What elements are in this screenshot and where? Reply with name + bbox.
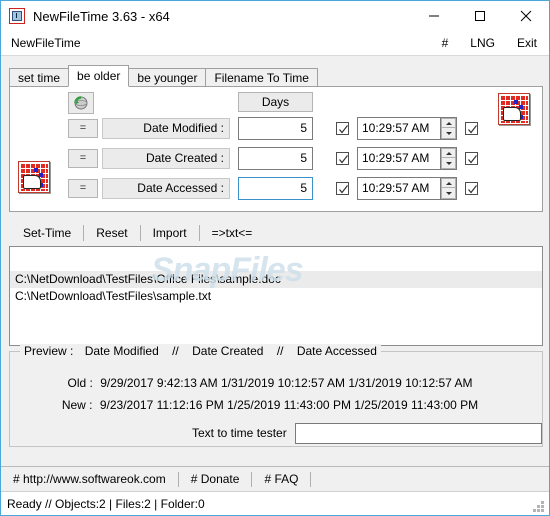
preview-old-values: 9/29/2017 9:42:13 AM 1/31/2019 10:12:57 … [100,376,473,390]
date-accessed-row: = Date Accessed : 5 10:29:57 AM [10,177,542,201]
divider [310,471,312,487]
website-link[interactable]: # http://www.softwareok.com [1,472,178,486]
date-created-label: Date Created : [102,148,230,169]
spinner-down-icon[interactable] [441,188,456,199]
date-accessed-time-input[interactable]: 10:29:57 AM [357,177,457,200]
spinner-down-icon[interactable] [441,128,456,139]
file-list[interactable]: C:\NetDownload\TestFiles\Office Files\sa… [9,246,543,346]
title-bar: NewFileTime 3.63 - x64 [1,1,549,31]
date-accessed-apply-checkbox[interactable] [465,182,478,195]
tab-set-time[interactable]: set time [9,68,70,87]
globe-refresh-icon[interactable] [68,92,94,114]
spinner-down-icon[interactable] [441,158,456,169]
newfiletime-window: NewFileTime 3.63 - x64 NewFileTime # LNG… [0,0,550,516]
menu-right-group: # LNG Exit [420,36,549,50]
equals-button-created[interactable]: = [68,149,98,168]
menu-hash[interactable]: # [442,36,449,50]
date-modified-time-spinner[interactable] [440,118,456,139]
menu-exit[interactable]: Exit [517,36,537,50]
maximize-button[interactable] [457,1,503,31]
days-column-header: Days [238,92,313,112]
date-modified-label: Date Modified : [102,118,230,139]
tab-be-older[interactable]: be older [68,65,130,87]
date-modified-days-input[interactable]: 5 [238,117,313,140]
preview-separator: // [172,344,179,358]
status-text: Ready // Objects:2 | Files:2 | Folder:0 [7,497,205,511]
date-created-apply-checkbox[interactable] [465,152,478,165]
date-modified-time-input[interactable]: 10:29:57 AM [357,117,457,140]
import-button[interactable]: Import [141,223,199,243]
date-created-days-input[interactable]: 5 [238,147,313,170]
text-to-time-tester-input[interactable] [294,422,542,444]
preview-legend: Preview : Date Modified // Date Created … [20,344,381,358]
menu-language[interactable]: LNG [470,36,495,50]
date-created-time-value: 10:29:57 AM [362,151,430,165]
links-bar: # http://www.softwareok.com # Donate # F… [1,466,549,491]
equals-button-accessed[interactable]: = [68,179,98,198]
status-bar: Ready // Objects:2 | Files:2 | Folder:0 [1,491,549,515]
date-created-time-spinner[interactable] [440,148,456,169]
date-accessed-time-checkbox[interactable] [336,182,349,195]
spinner-up-icon[interactable] [441,178,456,188]
preview-new-label: New : [61,398,93,412]
equals-button-modified[interactable]: = [68,119,98,138]
app-icon [9,8,25,24]
be-older-panel: Days = Date Modified : 5 10:29:57 AM = D… [9,86,543,212]
preview-separator: // [276,344,284,358]
tab-strip: set time be older be younger Filename To… [9,65,318,87]
tab-be-younger[interactable]: be younger [128,68,207,87]
menu-bar: NewFileTime # LNG Exit [1,31,549,56]
close-button[interactable] [503,1,549,31]
donate-link[interactable]: # Donate [179,472,252,486]
date-accessed-time-value: 10:29:57 AM [362,181,430,195]
text-to-time-tester-label: Text to time tester [192,426,287,440]
window-title: NewFileTime 3.63 - x64 [33,8,170,24]
date-created-time-input[interactable]: 10:29:57 AM [357,147,457,170]
faq-link[interactable]: # FAQ [252,472,310,486]
spinner-up-icon[interactable] [441,148,456,158]
preview-col-accessed: Date Accessed [296,344,377,358]
date-created-row: = Date Created : 5 10:29:57 AM [10,147,542,171]
list-top-spacer [10,247,542,271]
date-modified-apply-checkbox[interactable] [465,122,478,135]
set-time-button[interactable]: Set-Time [11,223,83,243]
export-txt-button[interactable]: =>txt<= [200,223,265,243]
menu-app-name[interactable]: NewFileTime [11,36,81,50]
window-controls [411,1,549,31]
preview-title: Preview : [24,344,74,358]
spinner-up-icon[interactable] [441,118,456,128]
date-modified-time-checkbox[interactable] [336,122,349,135]
date-accessed-time-spinner[interactable] [440,178,456,199]
date-accessed-label: Date Accessed : [102,178,230,199]
reset-button[interactable]: Reset [84,223,139,243]
date-created-time-checkbox[interactable] [336,152,349,165]
preview-new-row: New : 9/23/2017 11:12:16 PM 1/25/2019 11… [10,398,530,412]
list-item[interactable]: C:\NetDownload\TestFiles\sample.txt [10,288,542,305]
preview-group: Preview : Date Modified // Date Created … [9,344,543,447]
text-to-time-tester-row: Text to time tester [10,422,542,444]
preview-old-label: Old : [67,376,93,390]
preview-col-created: Date Created [192,344,264,358]
date-modified-time-value: 10:29:57 AM [362,121,430,135]
preview-col-modified: Date Modified [84,344,159,358]
preview-new-values: 9/23/2017 11:12:16 PM 1/25/2019 11:43:00… [99,398,479,412]
minimize-button[interactable] [411,1,457,31]
resize-grip-icon[interactable] [533,501,545,513]
date-modified-row: = Date Modified : 5 10:29:57 AM [10,117,542,141]
preview-old-row: Old : 9/29/2017 9:42:13 AM 1/31/2019 10:… [10,376,530,390]
list-item[interactable]: C:\NetDownload\TestFiles\Office Files\sa… [10,271,542,288]
date-accessed-days-input[interactable]: 5 [238,177,313,200]
tab-filename-to-time[interactable]: Filename To Time [205,68,318,87]
action-bar: Set-Time Reset Import =>txt<= [11,223,264,243]
